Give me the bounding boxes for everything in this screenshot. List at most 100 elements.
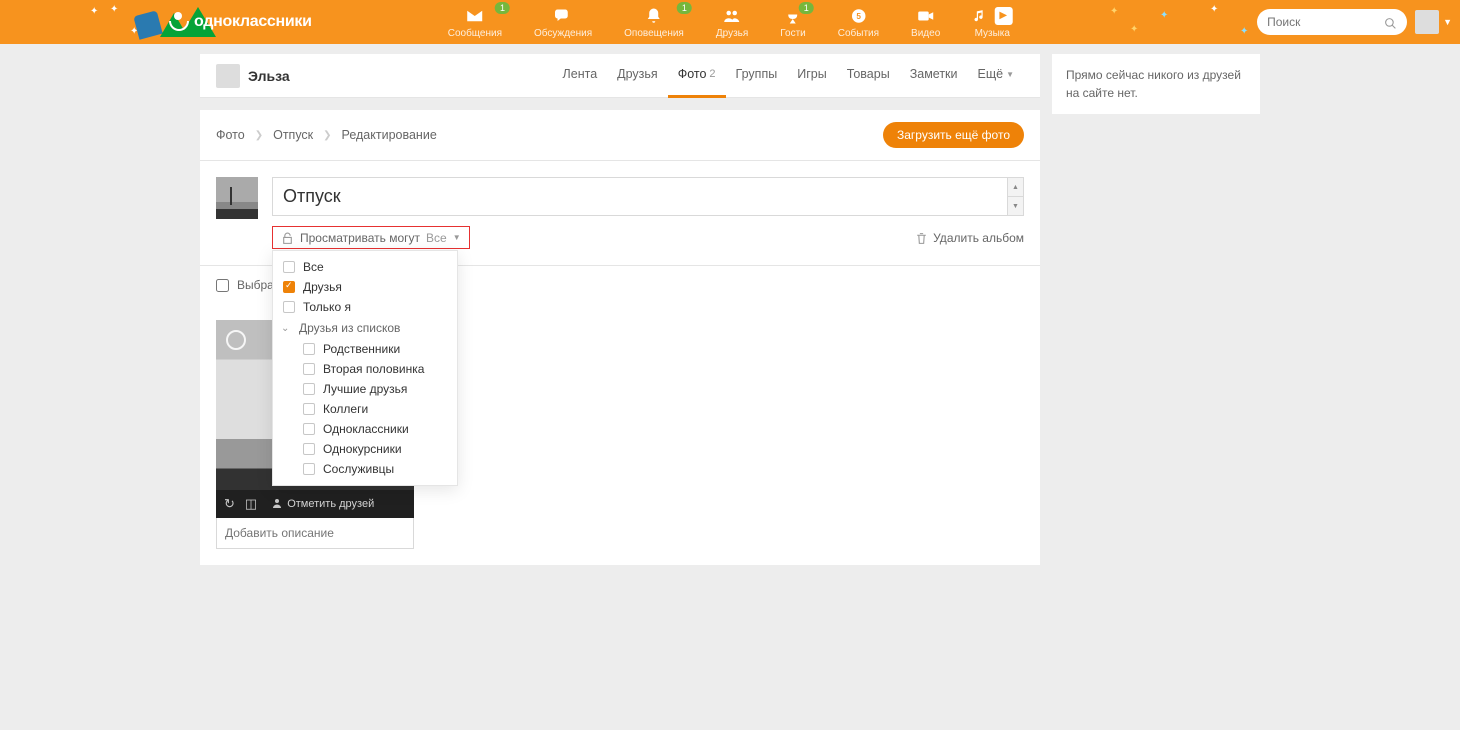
breadcrumb-editing: Редактирование <box>342 128 437 142</box>
search-box[interactable] <box>1257 9 1407 35</box>
breadcrumb-photos[interactable]: Фото <box>216 128 245 142</box>
checkbox <box>303 363 315 375</box>
privacy-option-best-friends[interactable]: Лучшие друзья <box>273 379 457 399</box>
option-label: Вторая половинка <box>323 362 424 376</box>
title-steppers: ▲ ▼ <box>1007 178 1023 215</box>
profile-nav: Лента Друзья Фото2 Группы Игры Товары За… <box>553 53 1024 98</box>
nav-label: События <box>838 28 879 39</box>
lock-icon <box>281 230 294 245</box>
tab-label: Игры <box>797 67 826 81</box>
privacy-option-partner[interactable]: Вторая половинка <box>273 359 457 379</box>
tab-label: Ещё <box>978 67 1004 81</box>
tab-groups[interactable]: Группы <box>726 53 788 98</box>
logo[interactable]: одноклассники <box>168 12 312 32</box>
group-label: Друзья из списков <box>299 321 400 335</box>
privacy-option-colleagues[interactable]: Коллеги <box>273 399 457 419</box>
nav-events[interactable]: 5 События <box>822 0 895 44</box>
header-right: ▼ <box>1257 9 1452 35</box>
video-icon <box>917 6 935 26</box>
tag-friends-button[interactable]: Отметить друзей <box>271 497 374 512</box>
svg-text:5: 5 <box>856 12 861 21</box>
checkbox <box>303 383 315 395</box>
option-label: Все <box>303 260 324 274</box>
privacy-option-groupmates[interactable]: Однокурсники <box>273 439 457 459</box>
events-icon: 5 <box>849 6 867 26</box>
privacy-group-lists[interactable]: ⌄ Друзья из списков <box>273 317 457 339</box>
tab-label: Товары <box>847 67 890 81</box>
privacy-option-classmates[interactable]: Одноклассники <box>273 419 457 439</box>
trash-icon <box>915 230 928 245</box>
envelope-icon <box>466 6 484 26</box>
tab-goods[interactable]: Товары <box>837 53 900 98</box>
profile-avatar[interactable] <box>216 64 240 88</box>
privacy-option-all[interactable]: Все <box>273 257 457 277</box>
photo-description-input[interactable] <box>216 518 414 549</box>
nav-badge: 1 <box>495 2 510 14</box>
crop-icon[interactable]: ◫ <box>245 496 257 512</box>
tab-photos[interactable]: Фото2 <box>668 53 726 98</box>
search-icon[interactable] <box>1384 14 1397 30</box>
user-avatar <box>1415 10 1439 34</box>
chevron-down-icon: ⌄ <box>281 323 293 334</box>
delete-album-button[interactable]: Удалить альбом <box>915 230 1024 245</box>
checkbox <box>303 343 315 355</box>
privacy-option-coworkers[interactable]: Сослуживцы <box>273 459 457 479</box>
option-label: Только я <box>303 300 351 314</box>
option-label: Коллеги <box>323 402 368 416</box>
tab-label: Заметки <box>910 67 958 81</box>
nav-label: Гости <box>780 28 805 39</box>
rotate-icon[interactable]: ↻ <box>224 496 235 512</box>
tab-friends[interactable]: Друзья <box>607 53 668 98</box>
album-thumbnail[interactable] <box>216 177 258 219</box>
nav-label: Оповещения <box>624 28 684 39</box>
user-menu[interactable]: ▼ <box>1415 10 1452 34</box>
nav-notifications[interactable]: Оповещения 1 <box>608 0 700 44</box>
breadcrumb-album[interactable]: Отпуск <box>273 128 313 142</box>
select-all-checkbox[interactable] <box>216 279 229 292</box>
privacy-selector[interactable]: Просматривать могут Все ▼ <box>272 226 470 249</box>
album-title-input[interactable] <box>272 177 1024 216</box>
nav-friends[interactable]: Друзья <box>700 0 764 44</box>
nav-video[interactable]: Видео <box>895 0 956 44</box>
tab-feed[interactable]: Лента <box>553 53 608 98</box>
page-container: Эльза Лента Друзья Фото2 Группы Игры Тов… <box>200 54 1260 565</box>
option-label: Одноклассники <box>323 422 409 436</box>
nav-badge: 1 <box>677 2 692 14</box>
nav-messages[interactable]: Сообщения 1 <box>432 0 518 44</box>
upload-more-button[interactable]: Загрузить ещё фото <box>883 122 1024 148</box>
breadcrumb-separator: ❯ <box>323 130 331 141</box>
tab-games[interactable]: Игры <box>787 53 836 98</box>
nav-guests[interactable]: Гости 1 <box>764 0 821 44</box>
chevron-down-icon: ▼ <box>1006 70 1014 79</box>
checkbox <box>303 423 315 435</box>
chat-icon <box>554 6 572 26</box>
checkbox <box>283 261 295 273</box>
tab-more[interactable]: Ещё▼ <box>968 53 1025 98</box>
play-icon: ▶ <box>994 7 1012 25</box>
photo-select-checkbox[interactable] <box>226 330 246 350</box>
nav-discussions[interactable]: Обсуждения <box>518 0 608 44</box>
privacy-option-friends[interactable]: Друзья <box>273 277 457 297</box>
friends-icon <box>723 6 741 26</box>
profile-name[interactable]: Эльза <box>248 68 290 84</box>
content-box: Фото ❯ Отпуск ❯ Редактирование Загрузить… <box>200 110 1040 565</box>
bell-icon <box>645 6 663 26</box>
search-input[interactable] <box>1267 15 1384 29</box>
privacy-option-only-me[interactable]: Только я <box>273 297 457 317</box>
option-label: Однокурсники <box>323 442 402 456</box>
option-label: Друзья <box>303 280 342 294</box>
side-column: Прямо сейчас никого из друзей на сайте н… <box>1052 54 1260 565</box>
stepper-down[interactable]: ▼ <box>1007 197 1023 215</box>
stepper-up[interactable]: ▲ <box>1007 178 1023 197</box>
tab-count: 2 <box>709 68 715 80</box>
tab-notes[interactable]: Заметки <box>900 53 968 98</box>
privacy-option-relatives[interactable]: Родственники <box>273 339 457 359</box>
checkbox <box>303 463 315 475</box>
nav-music[interactable]: ▶ Музыка <box>956 0 1028 44</box>
checkbox <box>303 443 315 455</box>
checkbox <box>283 301 295 313</box>
tab-label: Группы <box>736 67 778 81</box>
chevron-down-icon: ▼ <box>1443 17 1452 27</box>
privacy-value: Все <box>426 231 447 245</box>
breadcrumb-separator: ❯ <box>255 130 263 141</box>
